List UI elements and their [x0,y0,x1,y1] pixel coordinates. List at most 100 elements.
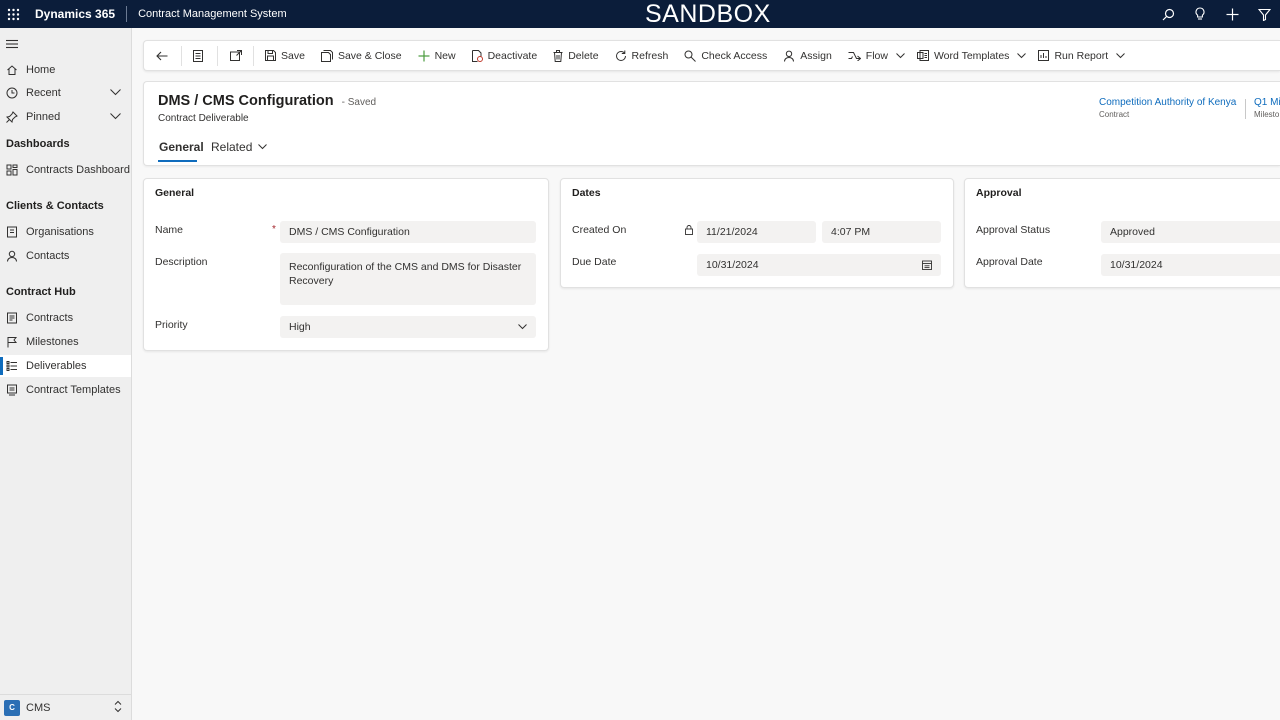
section-title: Dates [572,187,601,199]
active-tab-indicator [158,160,197,162]
sidebar-item-organisations[interactable]: Organisations [0,221,131,243]
sidebar-section-heading: Dashboards [6,138,70,150]
delete-button[interactable]: Delete [553,40,599,71]
created-on-time-field: 4:07 PM [822,221,941,243]
person-icon [5,249,19,263]
chevron-down-icon[interactable] [896,52,905,59]
chevron-down-icon[interactable] [1116,52,1125,59]
area-label: CMS [26,701,51,714]
created-on-time-value: 4:07 PM [831,226,871,238]
hamburger-menu-icon[interactable] [6,38,18,52]
deactivate-label: Deactivate [487,49,538,62]
word-templates-label: Word Templates [933,49,1010,62]
sidebar: Home Recent Pinned Dashboards Contracts … [0,28,132,720]
required-marker: * [272,224,276,235]
refresh-label: Refresh [631,49,669,62]
approval-date-field[interactable]: 10/31/2024 [1101,254,1280,276]
home-icon [5,63,19,77]
key-search-icon [684,50,697,62]
description-value: Reconfiguration of the CMS and DMS for D… [289,261,522,287]
area-switcher[interactable]: C CMS [0,694,131,720]
search-icon[interactable] [1152,0,1184,28]
milestone-link[interactable]: Q1 Mil [1254,97,1280,108]
save-icon [265,50,276,61]
general-section: General Name * DMS / CMS Configuration D… [143,178,549,351]
deactivate-button[interactable]: Deactivate [471,40,538,71]
waffle-icon[interactable] [0,0,26,28]
sidebar-item-label: Milestones [26,336,79,348]
dashboard-icon [5,163,19,177]
sidebar-item-label: Contracts [26,312,74,324]
due-date-field[interactable]: 10/31/2024 [697,254,941,276]
open-new-window-button[interactable] [230,40,247,71]
header-field-milestone: Q1 Mil Milesto [1254,97,1280,119]
tab-related[interactable]: Related [211,140,268,154]
check-access-button[interactable]: Check Access [684,40,767,71]
run-report-button[interactable]: Run Report [1038,40,1125,71]
description-field[interactable]: Reconfiguration of the CMS and DMS for D… [280,253,536,305]
form-icon [193,49,203,62]
chevron-down-icon[interactable] [110,111,121,123]
report-icon [1038,50,1050,61]
name-field[interactable]: DMS / CMS Configuration [280,221,536,243]
refresh-button[interactable]: Refresh [615,40,669,71]
sidebar-item-contacts[interactable]: Contacts [0,245,131,267]
plus-icon[interactable] [1216,0,1248,28]
sidebar-item-home[interactable]: Home [0,59,131,81]
template-icon [5,383,19,397]
sidebar-item-milestones[interactable]: Milestones [0,331,131,353]
flow-button[interactable]: Flow [848,40,905,71]
save-close-label: Save & Close [337,49,402,62]
approval-status-label: Approval Status [976,224,1051,236]
contract-link[interactable]: Competition Authority of Kenya [1099,97,1236,108]
form-view-button[interactable] [193,40,208,71]
sidebar-item-contracts-dashboard[interactable]: Contracts Dashboard [0,159,131,181]
sidebar-item-deliverables[interactable]: Deliverables [0,355,131,377]
priority-select[interactable]: High [280,316,536,338]
milestone-label: Milesto [1254,110,1280,119]
word-templates-button[interactable]: Word Templates [916,40,1027,71]
calendar-icon[interactable] [922,260,932,270]
sidebar-item-pinned[interactable]: Pinned [0,106,131,128]
description-label: Description [155,256,208,268]
created-on-label: Created On [572,224,627,236]
person-icon [783,50,795,62]
check-access-label: Check Access [701,49,768,62]
sidebar-section-heading: Contract Hub [6,286,76,298]
trash-icon [553,49,563,62]
new-button[interactable]: New [418,40,456,71]
assign-button[interactable]: Assign [783,40,832,71]
lightbulb-icon[interactable] [1184,0,1216,28]
chevron-down-icon [258,144,268,150]
filter-icon[interactable] [1248,0,1280,28]
save-and-close-button[interactable]: Save & Close [320,40,402,71]
pin-icon [5,110,19,124]
back-button[interactable] [156,40,173,71]
sidebar-item-contracts[interactable]: Contracts [0,307,131,329]
lock-icon [685,224,693,238]
chevron-up-down-icon[interactable] [114,700,122,716]
app-name[interactable]: Dynamics 365 [35,7,115,21]
save-button[interactable]: Save [265,40,305,71]
dates-section: Dates Created On 11/21/2024 4:07 PM Due … [560,178,954,288]
arrow-left-icon [156,51,168,61]
record-entity-name: Contract Deliverable [158,113,249,124]
divider [217,45,218,66]
system-name[interactable]: Contract Management System [138,8,287,20]
new-label: New [434,49,456,62]
contract-label: Contract [1099,110,1130,119]
sidebar-item-recent[interactable]: Recent [0,82,131,104]
sidebar-item-label: Home [26,64,56,76]
tab-general[interactable]: General [159,140,204,154]
header-field-contract: Competition Authority of Kenya Contract [1099,97,1236,119]
tab-label: Related [211,140,253,154]
sidebar-item-contract-templates[interactable]: Contract Templates [0,379,131,401]
chevron-down-icon[interactable] [110,87,121,99]
command-bar: Save Save & Close New Deactivate Delete … [143,40,1280,71]
approval-status-field[interactable]: Approved [1101,221,1280,243]
flow-label: Flow [865,49,888,62]
sidebar-item-label: Recent [26,87,61,99]
record-title-text: DMS / CMS Configuration [158,93,334,109]
section-title: General [155,187,195,199]
chevron-down-icon[interactable] [1017,52,1027,59]
